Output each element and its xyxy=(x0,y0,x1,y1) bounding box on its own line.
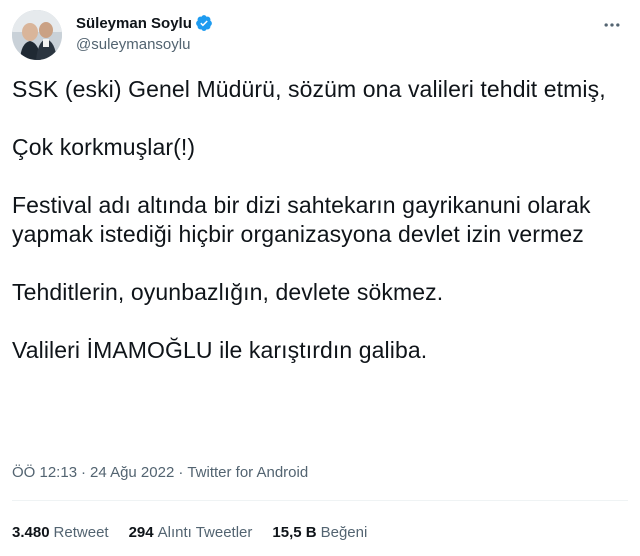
tweet-paragraph: SSK (eski) Genel Müdürü, sözüm ona valil… xyxy=(12,76,606,102)
retweet-count: 3.480 xyxy=(12,524,50,541)
like-stat[interactable]: 15,5 B Beğeni xyxy=(272,524,367,541)
tweet-card: Süleyman Soylu @suleymansoylu SSK (eski)… xyxy=(0,0,640,556)
avatar-photo xyxy=(12,10,62,60)
retweet-stat[interactable]: 3.480 Retweet xyxy=(12,524,109,541)
retweet-label: Retweet xyxy=(53,524,109,541)
like-count: 15,5 B xyxy=(272,524,317,541)
handle[interactable]: @suleymansoylu xyxy=(76,36,213,53)
quote-count: 294 xyxy=(128,524,154,541)
avatar[interactable] xyxy=(12,10,62,60)
tweet-paragraph: Çok korkmuşlar(!) xyxy=(12,134,196,160)
tweet-text: SSK (eski) Genel Müdürü, sözüm ona valil… xyxy=(12,75,612,365)
tweet-paragraph: Tehditlerin, oyunbazlığın, devlete sökme… xyxy=(12,279,444,305)
tweet-stats: 3.480 Retweet 294 Alıntı Tweetler 15,5 B Be… xyxy=(12,524,387,541)
more-options-icon[interactable] xyxy=(600,13,624,37)
tweet-time[interactable]: ÖÖ 12:13 xyxy=(12,464,77,481)
tweet-header: Süleyman Soylu @suleymansoylu xyxy=(12,9,628,61)
quote-label: Alıntı Tweetler xyxy=(157,524,253,541)
tweet-date[interactable]: 24 Ağu 2022 xyxy=(90,464,174,481)
author-names: Süleyman Soylu @suleymansoylu xyxy=(76,13,213,53)
like-label: Beğeni xyxy=(320,524,368,541)
tweet-source[interactable]: Twitter for Android xyxy=(187,464,308,481)
tweet-paragraph: Festival adı altında bir dizi sahtekarın… xyxy=(12,192,591,247)
meta-separator: · xyxy=(178,464,184,481)
display-name[interactable]: Süleyman Soylu xyxy=(76,15,192,32)
display-name-row: Süleyman Soylu xyxy=(76,13,213,33)
divider xyxy=(12,500,628,501)
meta-separator: · xyxy=(81,464,87,481)
tweet-paragraph: Valileri İMAMOĞLU ile karıştırdın galiba… xyxy=(12,337,428,363)
quote-stat[interactable]: 294 Alıntı Tweetler xyxy=(129,524,253,541)
verified-badge-icon xyxy=(195,14,213,32)
tweet-meta: ÖÖ 12:13 · 24 Ağu 2022 · Twitter for Android xyxy=(12,464,308,481)
